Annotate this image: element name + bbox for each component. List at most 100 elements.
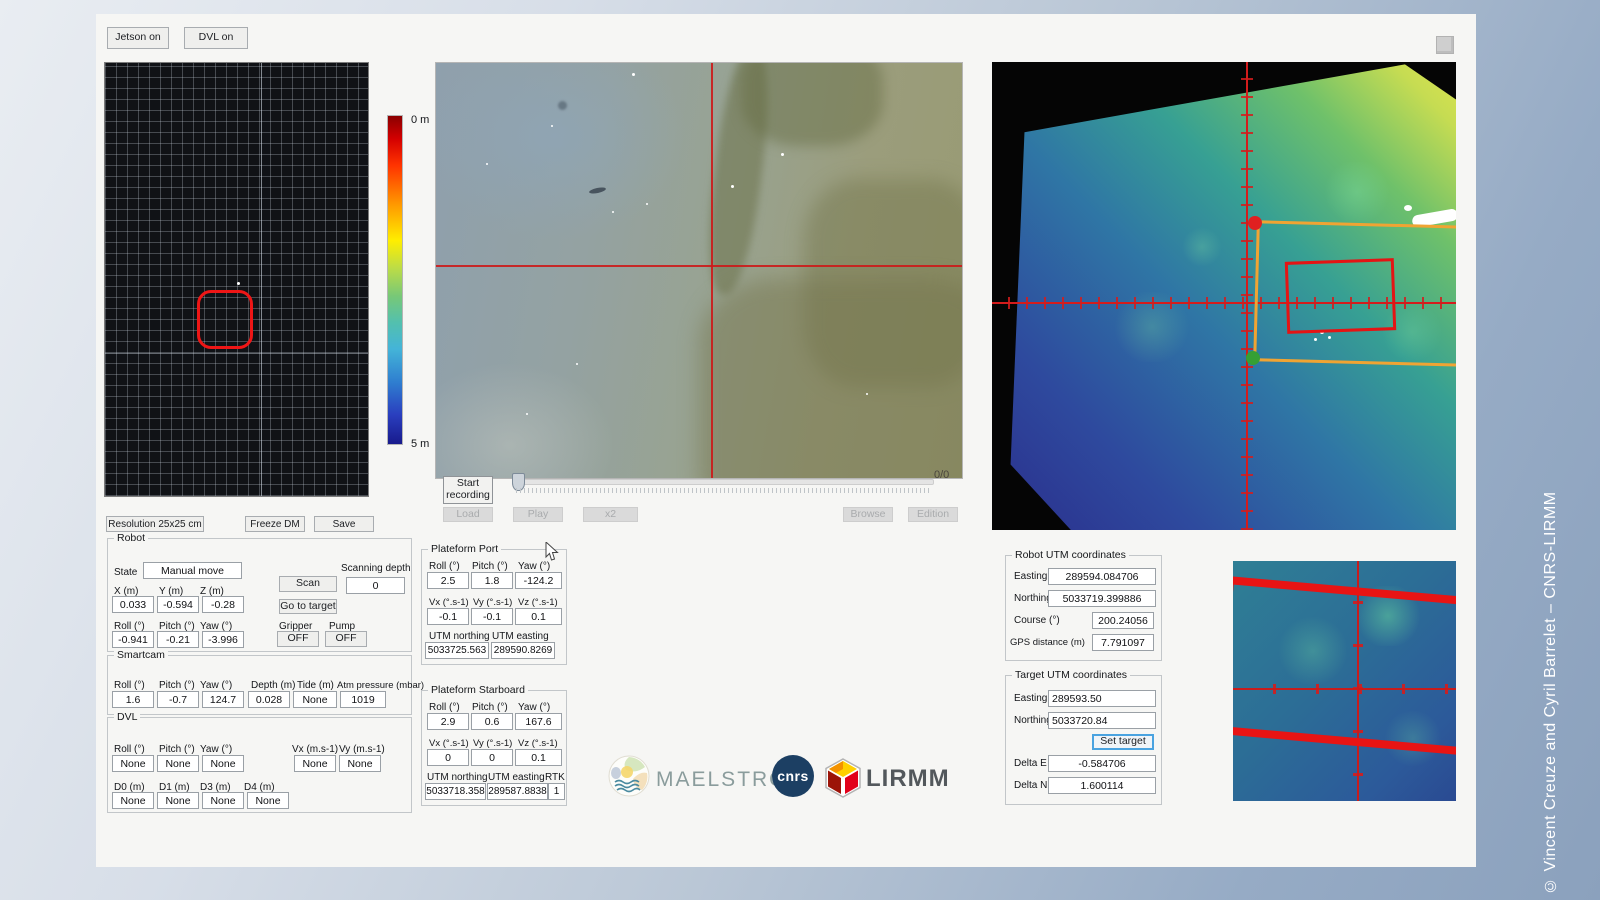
bathymetry-map[interactable]	[992, 62, 1456, 530]
roll-label: Roll (°)	[114, 680, 145, 691]
tide-field: None	[293, 691, 337, 708]
vx-field: None	[294, 755, 336, 772]
dvl-group: DVL Roll (°) Pitch (°) Yaw (°) Vx (m.s-1…	[107, 717, 412, 813]
go-to-target-button[interactable]: Go to target	[279, 599, 337, 614]
edition-button[interactable]: Edition	[908, 507, 958, 522]
scanning-depth-field[interactable]: 0	[346, 577, 405, 594]
state-label: State	[114, 567, 137, 578]
save-button[interactable]: Save	[314, 516, 374, 532]
platform-port-title: Plateform Port	[428, 543, 501, 555]
easting-field: 289594.084706	[1048, 568, 1156, 585]
robot-group-title: Robot	[114, 532, 148, 544]
roll-label: Roll (°)	[429, 561, 460, 572]
gripper-toggle-button[interactable]: OFF	[277, 631, 319, 647]
camera-crosshair-horizontal	[436, 265, 962, 267]
browse-button[interactable]: Browse	[843, 507, 893, 522]
yaw-label: Yaw (°)	[518, 702, 550, 713]
pitch-label: Pitch (°)	[159, 744, 195, 755]
target-northing-input[interactable]: 5033720.84	[1048, 712, 1156, 729]
playback-slider-track[interactable]	[512, 479, 934, 485]
play-button[interactable]: Play	[513, 507, 563, 522]
app-window: Jetson on DVL on 0 m 5 m Resolution 25x2…	[96, 14, 1476, 867]
pitch-field: 0.6	[471, 713, 513, 730]
yaw-field: 124.7	[202, 691, 244, 708]
zoom-map[interactable]	[1233, 561, 1456, 801]
smartcam-group-title: Smartcam	[114, 649, 168, 661]
pump-toggle-button[interactable]: OFF	[325, 631, 367, 647]
maelstrom-logo-icon	[608, 755, 650, 797]
grid-dot	[237, 282, 240, 285]
atm-pressure-label: Atm pressure (mbar)	[337, 680, 424, 691]
vy-label: Vy (m.s-1)	[339, 744, 385, 755]
delta-e-label: Delta E	[1014, 758, 1047, 769]
freeze-dm-button[interactable]: Freeze DM	[245, 516, 305, 532]
colorbar-max-label: 5 m	[411, 438, 429, 450]
yaw-field: 167.6	[515, 713, 562, 730]
robot-footprint-marker	[197, 290, 253, 349]
depth-field: 0.028	[248, 691, 290, 708]
water-haze	[435, 62, 699, 250]
yaw-field: -3.996	[202, 631, 244, 648]
target-utm-title: Target UTM coordinates	[1012, 669, 1130, 681]
frame-counter: 0/0	[934, 469, 949, 481]
depth-label: Depth (m)	[251, 680, 295, 691]
end-waypoint-marker	[1246, 351, 1260, 365]
tide-label: Tide (m)	[297, 680, 334, 691]
vx-label: Vx (°.s-1)	[429, 738, 469, 749]
roll-field: -0.941	[112, 631, 154, 648]
pitch-label: Pitch (°)	[159, 680, 195, 691]
utm-easting-field: 289587.8838	[487, 783, 548, 800]
grid-highlight-row	[105, 353, 368, 354]
utm-northing-field: 5033718.358	[425, 783, 486, 800]
yaw-label: Yaw (°)	[200, 680, 232, 691]
state-field: Manual move	[143, 562, 242, 579]
gps-distance-label: GPS distance (m)	[1010, 637, 1085, 648]
vy-label: Vy (°.s-1)	[473, 738, 512, 749]
target-utm-group: Target UTM coordinates Easting 289593.50…	[1005, 675, 1162, 805]
northing-label: Northing	[1014, 593, 1052, 604]
course-label: Course (°)	[1014, 615, 1060, 626]
platform-starboard-title: Plateform Starboard	[428, 684, 528, 696]
vz-label: Vz (°.s-1)	[518, 597, 558, 608]
grid-highlight-column	[261, 63, 262, 496]
pitch-field: 1.8	[471, 572, 513, 589]
d4-field: None	[247, 792, 289, 809]
d3-field: None	[202, 792, 244, 809]
utm-easting-field: 289590.8269	[491, 642, 555, 659]
platform-starboard-group: Plateform Starboard Roll (°) Pitch (°) Y…	[421, 690, 567, 806]
depth-colorbar	[387, 115, 403, 445]
delta-n-field: 1.600114	[1048, 777, 1156, 794]
dvl-on-button[interactable]: DVL on	[184, 27, 248, 49]
dvl-group-title: DVL	[114, 711, 140, 723]
robot-utm-group: Robot UTM coordinates Easting 289594.084…	[1005, 555, 1162, 661]
vx-field: 0	[427, 749, 469, 766]
delta-e-field: -0.584706	[1048, 755, 1156, 772]
load-button[interactable]: Load	[443, 507, 493, 522]
z-field: -0.28	[202, 596, 244, 613]
x2-button[interactable]: x2	[583, 507, 638, 522]
cnrs-logo-text: cnrs	[777, 768, 809, 784]
window-corner-button[interactable]	[1436, 36, 1454, 54]
scan-button[interactable]: Scan	[279, 576, 337, 592]
desktop-background: Jetson on DVL on 0 m 5 m Resolution 25x2…	[0, 0, 1600, 900]
scan-zone-rectangle	[1285, 258, 1396, 334]
rtk-field: 1	[548, 783, 565, 800]
resolution-button[interactable]: Resolution 25x25 cm	[106, 516, 204, 532]
roll-field: 1.6	[112, 691, 154, 708]
robot-utm-title: Robot UTM coordinates	[1012, 549, 1129, 561]
pitch-field: None	[157, 755, 199, 772]
set-target-button[interactable]: Set target	[1092, 734, 1154, 750]
mouse-cursor-icon	[545, 542, 559, 562]
jetson-on-button[interactable]: Jetson on	[107, 27, 169, 49]
vz-label: Vz (°.s-1)	[518, 738, 558, 749]
depth-map-grid[interactable]	[104, 62, 369, 497]
gps-distance-field: 7.791097	[1092, 634, 1154, 651]
utm-northing-label: UTM northing	[427, 772, 488, 783]
start-waypoint-marker	[1248, 216, 1262, 230]
camera-view[interactable]	[435, 62, 963, 479]
target-easting-input[interactable]: 289593.50	[1048, 690, 1156, 707]
debris-speck	[558, 101, 567, 110]
start-recording-button[interactable]: Start recording	[443, 476, 493, 504]
x-field: 0.033	[112, 596, 154, 613]
lirmm-logo-text: LIRMM	[866, 765, 950, 793]
